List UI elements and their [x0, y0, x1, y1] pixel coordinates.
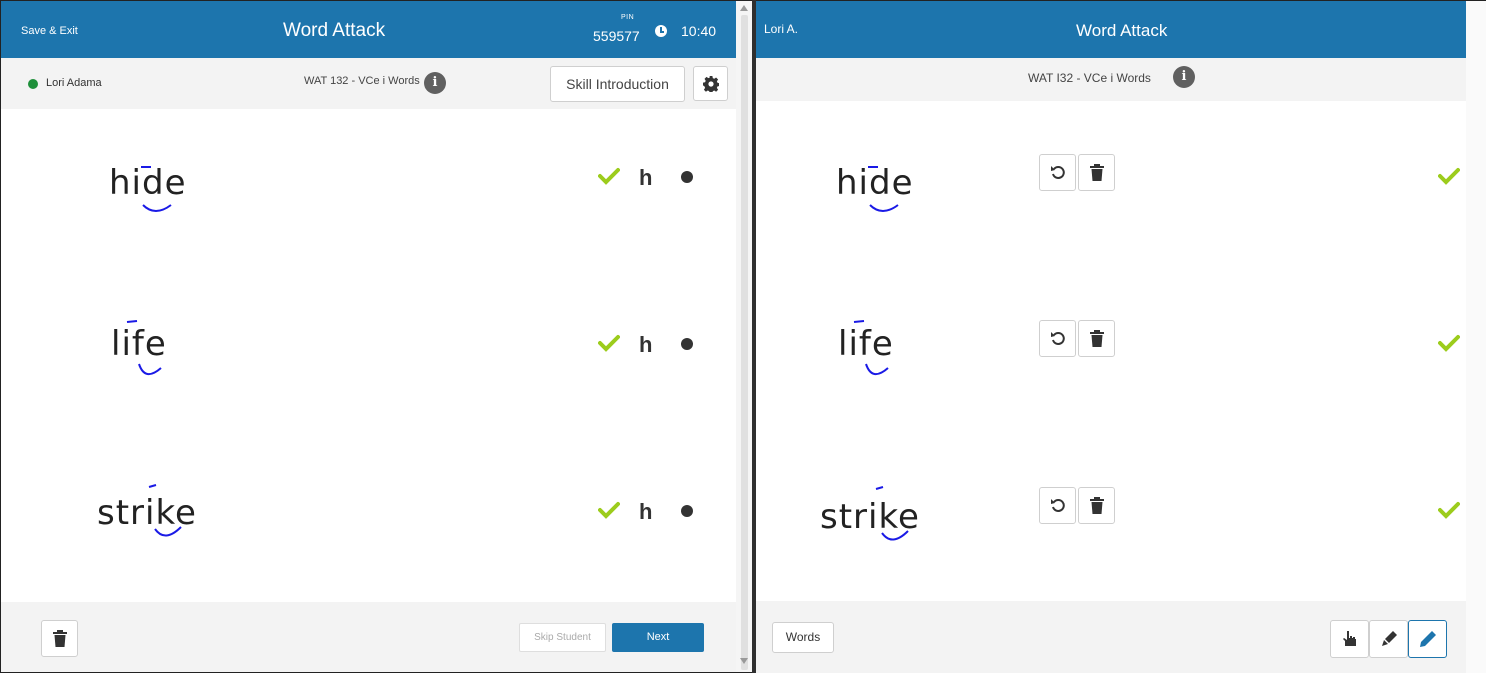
grade-dot[interactable]	[681, 338, 693, 350]
trash-icon	[1090, 164, 1104, 181]
settings-button[interactable]	[693, 66, 728, 101]
annotation-mark	[141, 166, 172, 212]
timer: 10:40	[681, 23, 717, 39]
pointer-tool-button[interactable]	[1330, 620, 1369, 658]
trash-icon	[1090, 497, 1104, 514]
annotation-mark	[875, 486, 909, 541]
lesson-bar: WAT I32 - VCe i Words i	[756, 58, 1466, 101]
next-button[interactable]: Next	[612, 623, 704, 652]
undo-icon	[1051, 499, 1065, 512]
scroll-down-icon[interactable]	[740, 658, 748, 664]
word-row: hide	[756, 121, 1466, 251]
lesson-name: WAT 132 - VCe i Words	[304, 75, 420, 87]
student-pane: Lori A. Word Attack WAT I32 - VCe i Word…	[756, 0, 1486, 673]
pin-value: 559577	[593, 28, 640, 44]
delete-button[interactable]	[1078, 154, 1115, 191]
undo-icon	[1051, 332, 1065, 345]
grade-letter[interactable]: h	[639, 165, 652, 191]
app-title: Word Attack	[1076, 21, 1168, 40]
annotation-mark	[868, 166, 899, 212]
delete-button[interactable]	[1078, 487, 1115, 524]
word-row: life	[756, 286, 1466, 416]
undo-button[interactable]	[1039, 320, 1076, 357]
teacher-pane: Save & Exit Word Attack PIN 559577 10:40…	[0, 0, 752, 673]
undo-button[interactable]	[1039, 487, 1076, 524]
gear-icon	[703, 76, 719, 92]
delete-button[interactable]	[1078, 320, 1115, 357]
clock-icon	[655, 25, 667, 37]
pen-icon	[1420, 631, 1436, 647]
skip-student-button[interactable]: Skip Student	[519, 623, 606, 652]
grade-letter[interactable]: h	[639, 499, 652, 525]
correct-check-icon	[1438, 168, 1460, 185]
grade-dot[interactable]	[681, 171, 693, 183]
student-header: Lori A. Word Attack	[756, 1, 1466, 58]
word-row: life h	[1, 286, 736, 416]
save-exit-button[interactable]: Save & Exit	[21, 25, 78, 37]
delete-button[interactable]	[41, 620, 78, 657]
student-name: Lori A.	[764, 22, 799, 36]
scrollbar[interactable]	[736, 1, 752, 672]
app-title: Word Attack	[283, 20, 386, 41]
annotation-mark	[148, 484, 182, 537]
correct-check-icon	[598, 168, 620, 185]
words-button[interactable]: Words	[772, 622, 834, 653]
correct-check-icon	[598, 335, 620, 352]
highlighter-tool-button[interactable]	[1369, 620, 1408, 658]
teacher-header: Save & Exit Word Attack PIN 559577 10:40	[1, 1, 736, 58]
scroll-up-icon[interactable]	[740, 5, 748, 11]
correct-check-icon	[598, 502, 620, 519]
scrollbar[interactable]	[1466, 1, 1486, 673]
annotation-mark	[126, 320, 162, 375]
lesson-name: WAT I32 - VCe i Words	[1028, 71, 1151, 85]
teacher-footer: Skip Student Next	[1, 602, 736, 672]
word-row: strike	[756, 451, 1466, 581]
correct-check-icon	[1438, 502, 1460, 519]
undo-button[interactable]	[1039, 154, 1076, 191]
trash-icon	[1090, 330, 1104, 347]
pin-label: PIN	[621, 14, 635, 21]
info-icon[interactable]: i	[424, 72, 446, 94]
student-name: Lori Adama	[46, 77, 102, 89]
annotation-mark	[853, 320, 889, 375]
student-bar: Lori Adama WAT 132 - VCe i Words i Skill…	[1, 58, 736, 109]
correct-check-icon	[1438, 335, 1460, 352]
pen-tool-button[interactable]	[1408, 620, 1447, 658]
info-icon[interactable]: i	[1173, 66, 1195, 88]
trash-icon	[53, 630, 67, 647]
student-footer: Words	[756, 601, 1466, 673]
grade-letter[interactable]: h	[639, 332, 652, 358]
highlighter-icon	[1382, 631, 1397, 646]
skill-introduction-button[interactable]: Skill Introduction	[550, 66, 685, 102]
word-row: strike h	[1, 451, 736, 581]
scroll-thumb[interactable]	[741, 15, 748, 670]
word-row: hide h	[1, 121, 736, 251]
grade-dot[interactable]	[681, 505, 693, 517]
pointer-icon	[1343, 631, 1356, 646]
undo-icon	[1051, 166, 1065, 179]
online-status-icon	[28, 79, 38, 89]
